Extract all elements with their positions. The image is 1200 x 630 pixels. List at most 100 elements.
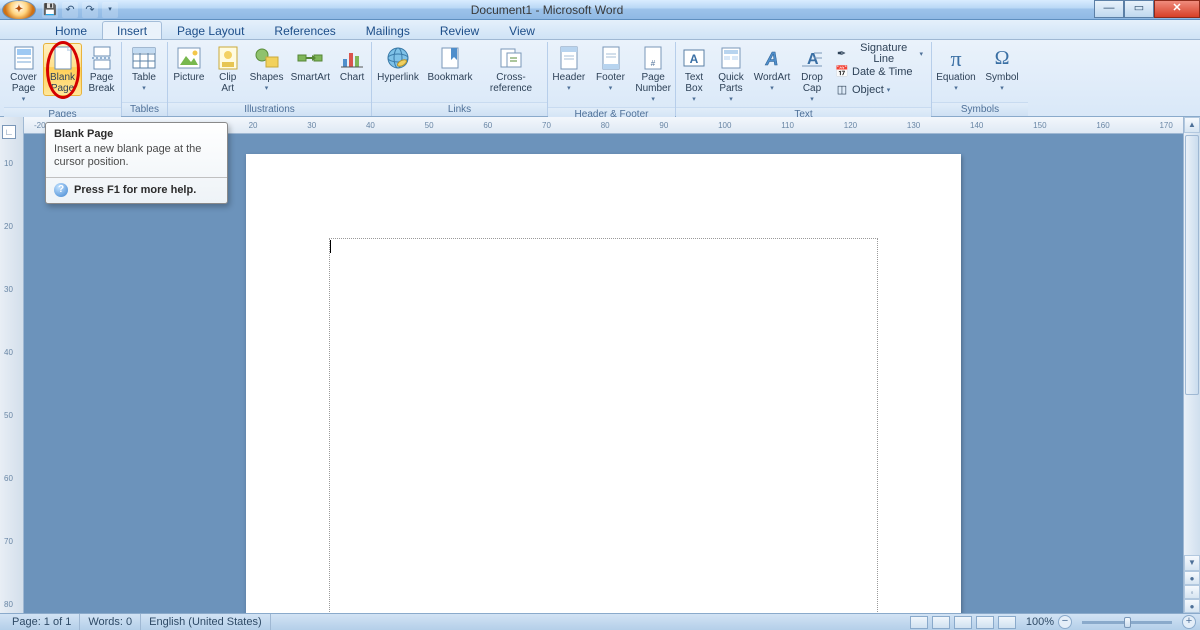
picture-button[interactable]: Picture [168,43,210,85]
quickparts-button[interactable]: Quick Parts▾ [712,43,750,107]
svg-text:A: A [690,52,699,66]
bookmark-button[interactable]: Bookmark [424,43,476,85]
page-number-icon: # [639,45,667,71]
group-tables: Table▾ Tables [122,42,168,116]
bookmark-icon [436,45,464,71]
tab-mailings[interactable]: Mailings [351,21,425,39]
signature-line-button[interactable]: ✒Signature Line▾ [830,45,928,63]
page-margin-guide [329,238,878,613]
redo-icon[interactable]: ↷ [82,2,98,18]
tab-insert[interactable]: Insert [102,21,162,39]
chart-button[interactable]: Chart [333,43,371,85]
scroll-track[interactable] [1184,133,1200,555]
group-illustrations: Picture Clip Art Shapes▾ SmartArt Chart … [168,42,372,116]
footer-button[interactable]: Footer▾ [590,43,632,96]
browse-next-icon[interactable]: ● [1184,599,1200,613]
outline-view-button[interactable] [976,616,994,629]
blank-page-icon [49,45,77,71]
qat-customize-icon[interactable]: ▾ [102,2,118,18]
picture-icon [175,45,203,71]
dropcap-icon: A [798,45,826,71]
shapes-icon [253,45,281,71]
vertical-scrollbar[interactable]: ▲ ▼ ● ◦ ● [1183,117,1200,613]
shapes-button[interactable]: Shapes▾ [246,43,288,96]
svg-text:#: # [651,59,656,68]
textbox-icon: A [680,45,708,71]
web-layout-view-button[interactable] [954,616,972,629]
tab-selector[interactable]: ∟ [2,125,16,139]
object-button[interactable]: ◫Object▾ [830,81,928,99]
crossref-icon [497,45,525,71]
crossref-button[interactable]: Cross-reference [476,43,546,96]
object-icon: ◫ [835,83,849,97]
table-button[interactable]: Table▾ [122,43,166,96]
ribbon: Cover Page▾ Blank Page Page Break Pages … [0,40,1200,117]
document-page[interactable] [246,154,961,613]
page-break-button[interactable]: Page Break [82,43,121,96]
zoom-out-button[interactable]: − [1058,615,1072,629]
full-screen-view-button[interactable] [932,616,950,629]
header-button[interactable]: Header▾ [548,43,590,96]
status-language[interactable]: English (United States) [141,614,271,630]
draft-view-button[interactable] [998,616,1016,629]
hyperlink-button[interactable]: Hyperlink [372,43,424,85]
quickparts-icon [717,45,745,71]
minimize-button[interactable]: — [1094,0,1124,18]
zoom-slider[interactable] [1082,621,1172,624]
page-number-button[interactable]: #Page Number▾ [631,43,675,107]
equation-icon: π [942,45,970,71]
browse-prev-icon[interactable]: ● [1184,571,1200,585]
smartart-button[interactable]: SmartArt [287,43,333,85]
print-layout-view-button[interactable] [910,616,928,629]
signature-icon: ✒ [835,47,848,61]
scroll-down-arrow[interactable]: ▼ [1184,555,1200,571]
save-icon[interactable]: 💾 [42,2,58,18]
tab-review[interactable]: Review [425,21,494,39]
wordart-button[interactable]: AWordArt▾ [750,43,794,96]
tooltip-help: ?Press F1 for more help. [46,177,227,197]
title-bar: ✦ 💾 ↶ ↷ ▾ Document1 - Microsoft Word — ▭… [0,0,1200,20]
help-icon: ? [54,183,68,197]
header-icon [555,45,583,71]
clipart-icon [214,45,242,71]
textbox-button[interactable]: AText Box▾ [676,43,712,107]
zoom-level[interactable]: 100% [1026,616,1054,628]
tooltip-blank-page: Blank Page Insert a new blank page at th… [45,122,228,204]
scroll-up-arrow[interactable]: ▲ [1184,117,1200,133]
symbol-button[interactable]: ΩSymbol▾ [980,43,1024,96]
equation-button[interactable]: πEquation▾ [932,43,980,96]
status-page[interactable]: Page: 1 of 1 [4,614,80,630]
tooltip-title: Blank Page [46,123,227,143]
scroll-thumb[interactable] [1185,135,1199,395]
cover-page-button[interactable]: Cover Page▾ [4,43,43,107]
tab-page-layout[interactable]: Page Layout [162,21,259,39]
chart-icon [338,45,366,71]
select-browse-icon[interactable]: ◦ [1184,585,1200,599]
status-bar: Page: 1 of 1 Words: 0 English (United St… [0,613,1200,630]
tooltip-body: Insert a new blank page at the cursor po… [46,143,227,177]
date-time-button[interactable]: 📅Date & Time [830,63,928,81]
group-links: Hyperlink Bookmark Cross-reference Links [372,42,548,116]
zoom-thumb[interactable] [1124,617,1131,628]
group-header-footer: Header▾ Footer▾ #Page Number▾ Header & F… [548,42,676,116]
tab-references[interactable]: References [259,21,350,39]
tab-view[interactable]: View [494,21,550,39]
svg-text:A: A [765,49,779,69]
date-time-icon: 📅 [835,65,849,79]
close-button[interactable]: ✕ [1154,0,1200,18]
group-symbols: πEquation▾ ΩSymbol▾ Symbols [932,42,1028,116]
blank-page-button[interactable]: Blank Page [43,43,82,96]
tab-home[interactable]: Home [40,21,102,39]
dropcap-button[interactable]: ADrop Cap▾ [794,43,830,107]
hyperlink-icon [384,45,412,71]
footer-icon [597,45,625,71]
window-title: Document1 - Microsoft Word [0,3,1094,17]
cover-page-icon [10,45,38,71]
zoom-in-button[interactable]: + [1182,615,1196,629]
clipart-button[interactable]: Clip Art [210,43,246,96]
maximize-button[interactable]: ▭ [1124,0,1154,18]
undo-icon[interactable]: ↶ [62,2,78,18]
group-pages: Cover Page▾ Blank Page Page Break Pages [4,42,122,116]
status-words[interactable]: Words: 0 [80,614,141,630]
office-button[interactable]: ✦ [2,0,36,20]
